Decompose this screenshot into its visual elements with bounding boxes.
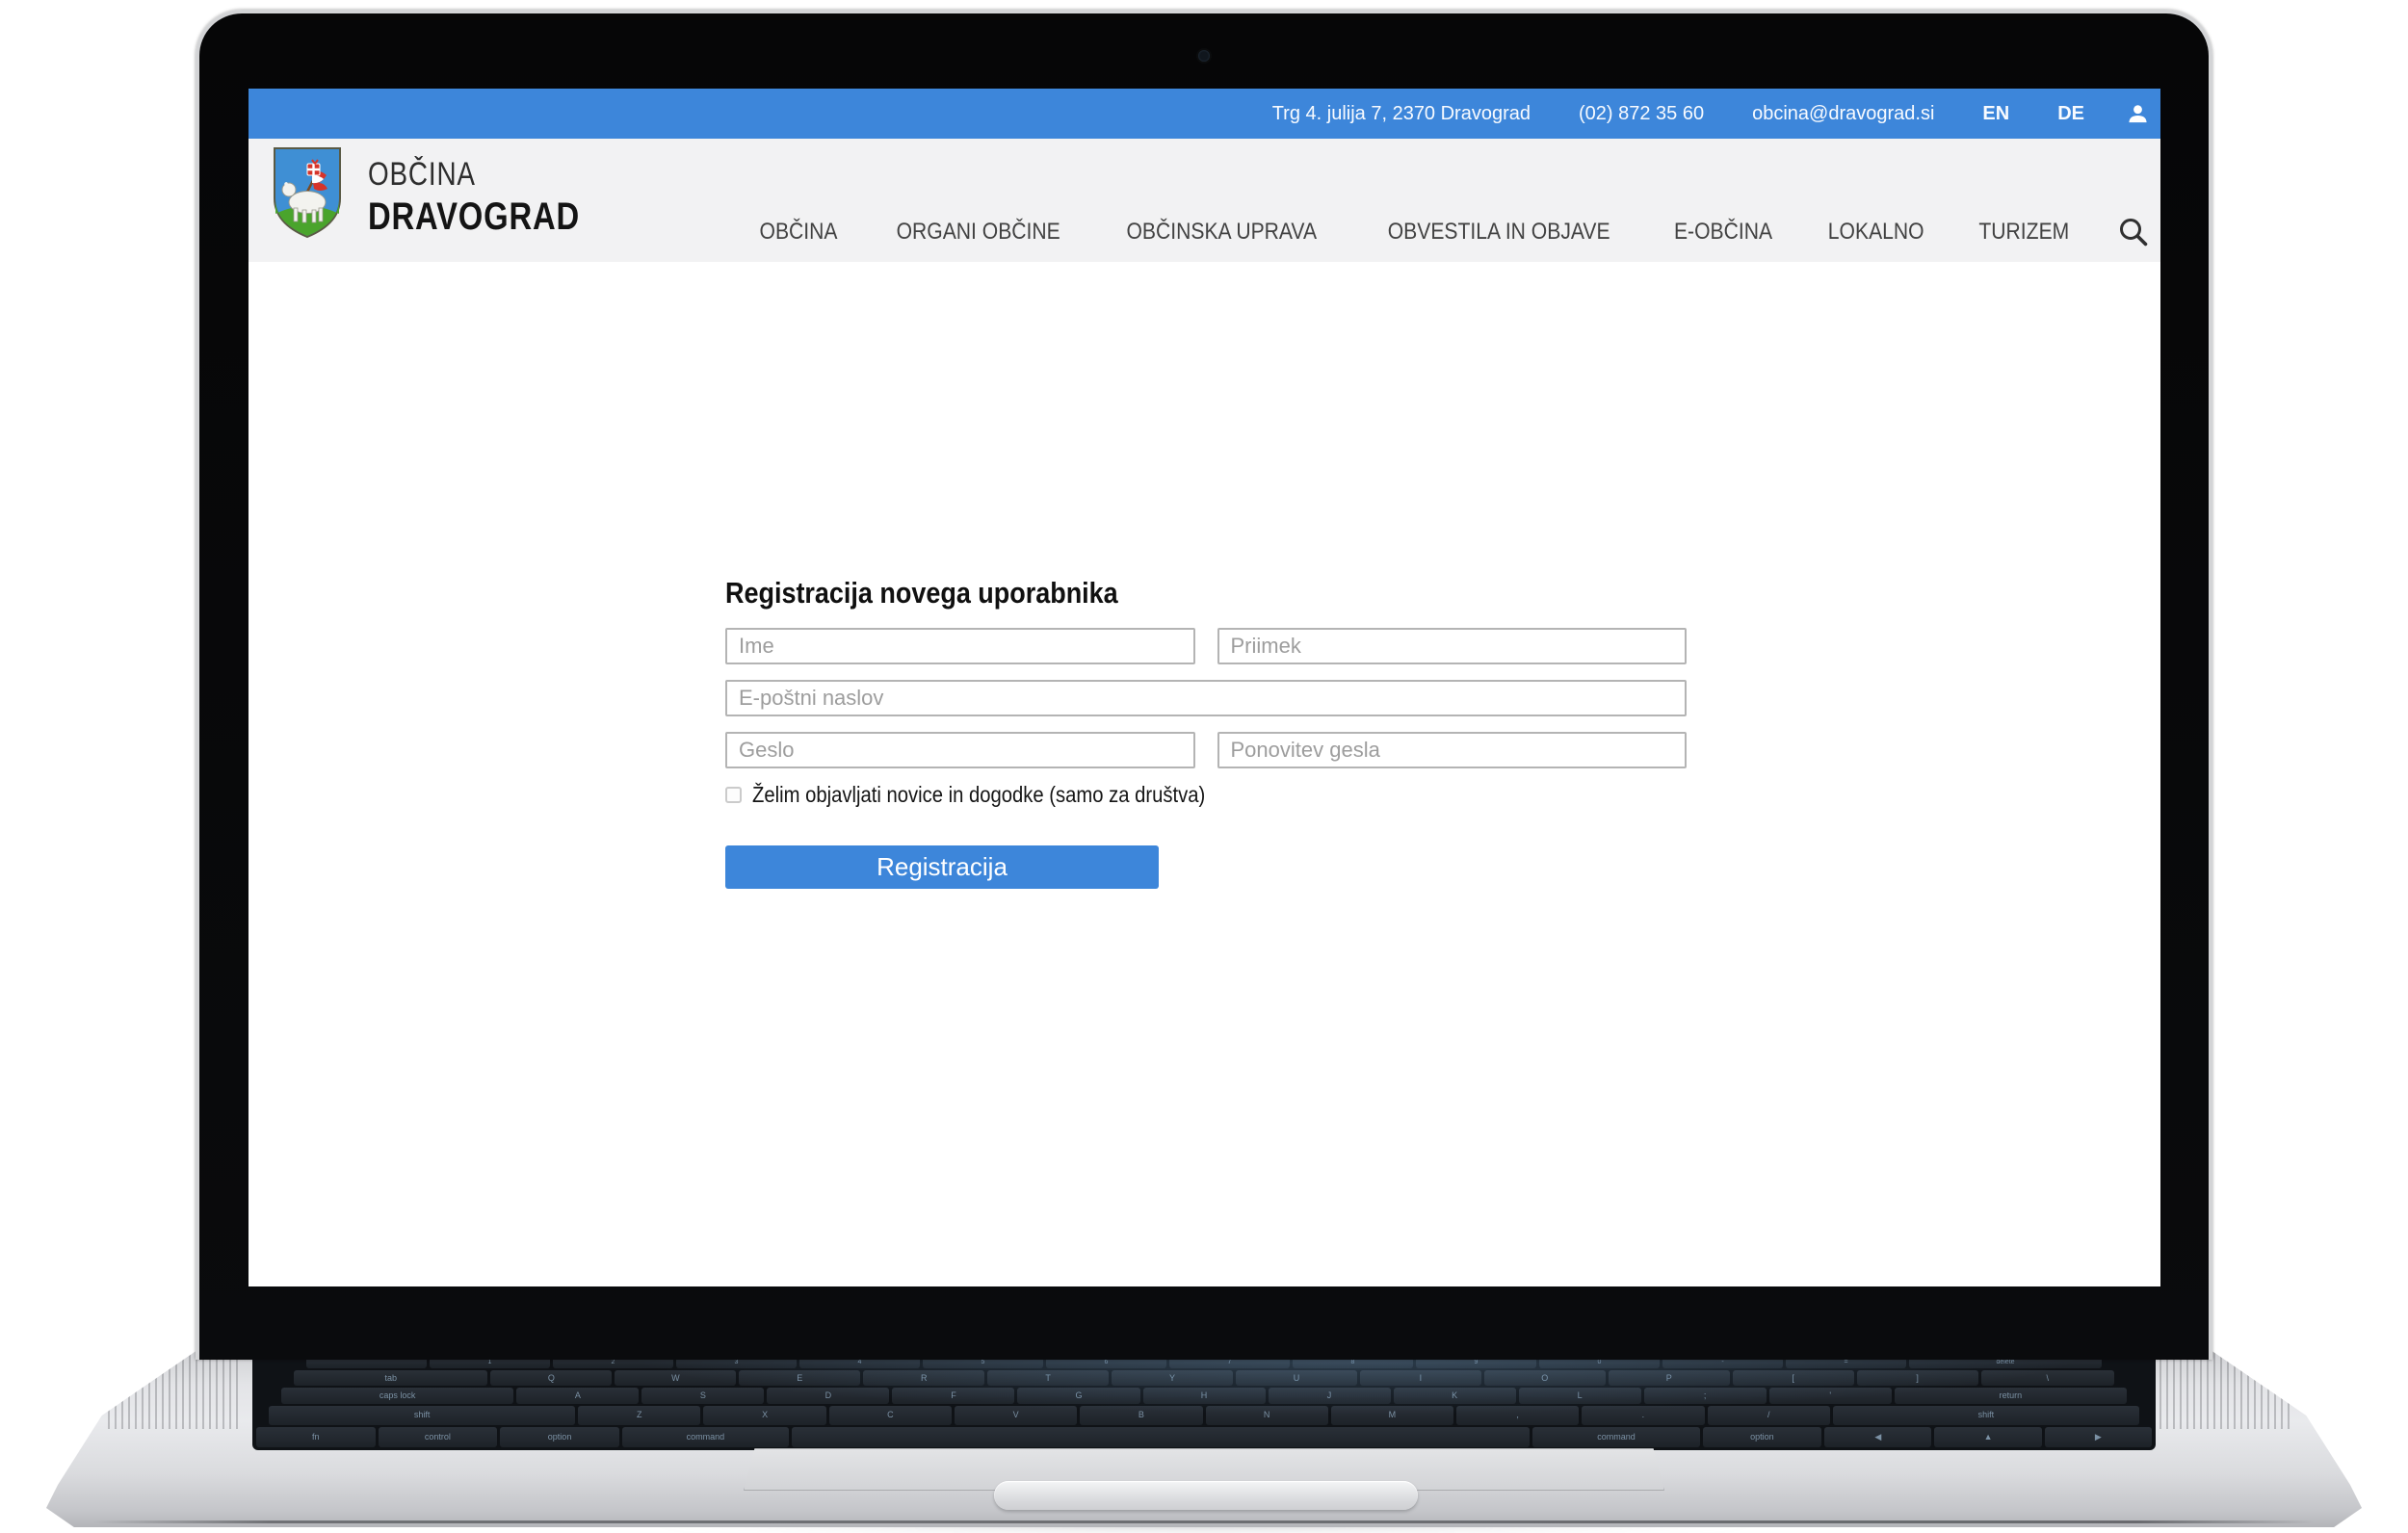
page-content: Registracija novega uporabnika — [249, 262, 2160, 1286]
lang-switch-en[interactable]: EN — [1982, 103, 2009, 125]
email-input[interactable] — [725, 680, 1687, 716]
key-h: H — [1143, 1388, 1266, 1404]
key--: / — [1708, 1406, 1830, 1424]
keyboard-row: caps lockASDFGHJKL;'return — [281, 1388, 2127, 1404]
nav-item-ob-ina[interactable]: OBČINA — [754, 219, 843, 246]
key-a: A — [516, 1388, 639, 1404]
laptop-base: esc`1234567890-=deletetabQWERTYUIOP[]\ca… — [46, 1335, 2362, 1527]
key--: ] — [1857, 1370, 1978, 1386]
key-f: F — [892, 1388, 1014, 1404]
key-i: I — [1360, 1370, 1481, 1386]
key-control: control — [379, 1427, 498, 1447]
key-m: M — [1331, 1406, 1453, 1424]
key-u: U — [1236, 1370, 1357, 1386]
key--: [ — [1733, 1370, 1854, 1386]
keyboard-row: shiftZXCVBNM,./shift — [269, 1406, 2139, 1424]
key-option: option — [500, 1427, 619, 1447]
nav-item-e-ob-ina[interactable]: E-OBČINA — [1667, 219, 1779, 246]
register-button[interactable]: Registracija — [725, 845, 1159, 889]
key-y: Y — [1112, 1370, 1233, 1386]
keyboard-row: fncontroloptioncommandcommandoption◀▲▶ — [256, 1427, 2152, 1447]
key-v: V — [955, 1406, 1077, 1424]
key-tab: tab — [294, 1370, 487, 1386]
laptop-screen-bezel: Trg 4. julija 7, 2370 Dravograd (02) 872… — [196, 10, 2212, 1360]
key--: . — [1582, 1406, 1704, 1424]
key-q: Q — [490, 1370, 612, 1386]
key-w: W — [615, 1370, 736, 1386]
topbar-address: Trg 4. julija 7, 2370 Dravograd — [1272, 103, 1531, 125]
key--: , — [1456, 1406, 1579, 1424]
newsletter-checkbox-row: Želim objavljati novice in dogodke (samo… — [725, 782, 1687, 808]
key-blank — [792, 1427, 1531, 1447]
site-logo[interactable]: OBČINA DRAVOGRAD — [273, 146, 626, 239]
key--: ▲ — [1934, 1427, 2041, 1447]
logo-line1: OBČINA — [368, 154, 580, 195]
nav-item-organi-ob-ine[interactable]: ORGANI OBČINE — [885, 219, 1071, 246]
search-button[interactable] — [2118, 217, 2148, 247]
key-j: J — [1269, 1388, 1391, 1404]
nav-item-lokalno[interactable]: LOKALNO — [1821, 219, 1930, 246]
first-name-input[interactable] — [725, 628, 1195, 664]
password-input[interactable] — [725, 732, 1195, 768]
key-shift: shift — [269, 1406, 575, 1424]
user-icon — [2127, 103, 2149, 125]
key-caps-lock: caps lock — [281, 1388, 513, 1404]
key-b: B — [1080, 1406, 1202, 1424]
key-d: D — [767, 1388, 889, 1404]
key-g: G — [1017, 1388, 1139, 1404]
topbar: Trg 4. julija 7, 2370 Dravograd (02) 872… — [249, 89, 2160, 139]
webcam-icon — [1198, 50, 1210, 62]
key-k: K — [1394, 1388, 1516, 1404]
search-icon — [2118, 217, 2148, 247]
registration-form: Registracija novega uporabnika — [725, 576, 1687, 889]
key-x: X — [703, 1406, 825, 1424]
user-account-button[interactable] — [2127, 103, 2149, 125]
key--: ; — [1644, 1388, 1767, 1404]
key-return: return — [1895, 1388, 2127, 1404]
site-logo-text: OBČINA DRAVOGRAD — [368, 146, 626, 239]
password-repeat-input[interactable] — [1217, 732, 1688, 768]
key-n: N — [1206, 1406, 1328, 1424]
key-command: command — [622, 1427, 789, 1447]
key-option: option — [1703, 1427, 1822, 1447]
form-row-password — [725, 732, 1687, 768]
key-l: L — [1519, 1388, 1641, 1404]
publish-news-label: Želim objavljati novice in dogodke (samo… — [752, 782, 1205, 808]
lang-switch-de[interactable]: DE — [2057, 103, 2084, 125]
key-e: E — [739, 1370, 860, 1386]
key-o: O — [1484, 1370, 1606, 1386]
key-c: C — [829, 1406, 952, 1424]
publish-news-checkbox[interactable] — [725, 787, 742, 803]
key-s: S — [641, 1388, 764, 1404]
key-t: T — [987, 1370, 1109, 1386]
key-z: Z — [578, 1406, 700, 1424]
key-shift: shift — [1833, 1406, 2139, 1424]
laptop-mockup: esc`1234567890-=deletetabQWERTYUIOP[]\ca… — [0, 0, 2408, 1533]
nav-item-ob-inska-uprava[interactable]: OBČINSKA UPRAVA — [1113, 219, 1330, 246]
keyboard-row: tabQWERTYUIOP[]\ — [294, 1370, 2114, 1386]
logo-line2: DRAVOGRAD — [368, 195, 580, 239]
key--: ◀ — [1824, 1427, 1931, 1447]
key-fn: fn — [256, 1427, 376, 1447]
form-row-email — [725, 680, 1687, 716]
nav-item-obvestila-in-objave[interactable]: OBVESTILA IN OBJAVE — [1373, 219, 1625, 246]
key--: \ — [1981, 1370, 2115, 1386]
key-p: P — [1609, 1370, 1730, 1386]
key--: ▶ — [2045, 1427, 2152, 1447]
key--: ' — [1769, 1388, 1892, 1404]
last-name-input[interactable] — [1217, 628, 1688, 664]
coat-of-arms-icon — [273, 146, 342, 239]
form-title: Registracija novega uporabnika — [725, 576, 1118, 611]
website-page: Trg 4. julija 7, 2370 Dravograd (02) 872… — [249, 89, 2160, 1286]
site-header: OBČINA DRAVOGRAD OBČINAORGANI OBČINEOBČI… — [249, 139, 2160, 262]
key-r: R — [863, 1370, 984, 1386]
topbar-phone: (02) 872 35 60 — [1579, 103, 1704, 125]
form-row-name — [725, 628, 1687, 664]
nav-item-turizem[interactable]: TURIZEM — [1973, 219, 2076, 246]
topbar-email-link[interactable]: obcina@dravograd.si — [1752, 103, 1934, 125]
main-nav: OBČINA ORGANI OBČINE OBČINSKA UPRAVA OBVEST… — [754, 217, 2148, 247]
key-command: command — [1532, 1427, 1699, 1447]
lid-open-notch — [994, 1481, 1418, 1510]
front-edge — [92, 1520, 2316, 1523]
